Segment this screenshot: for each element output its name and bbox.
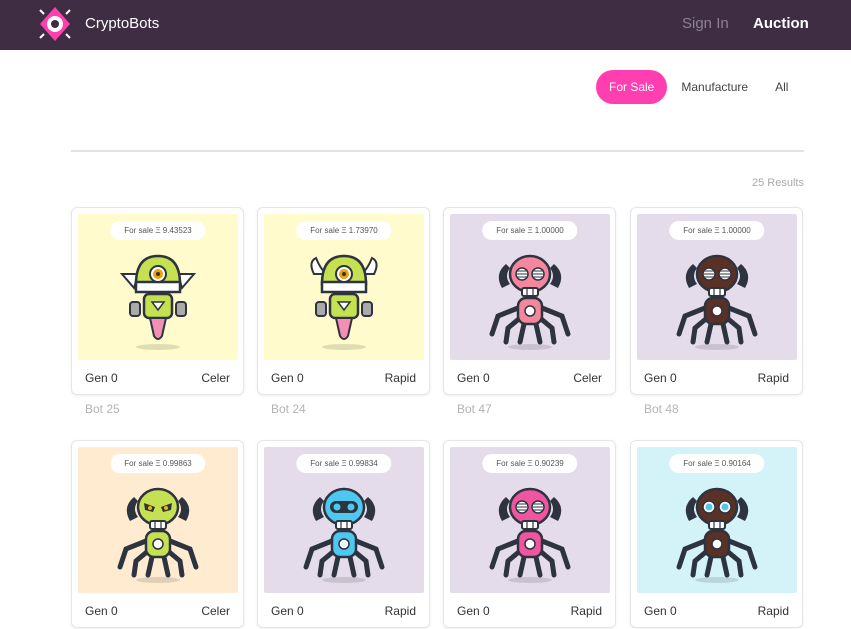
filter-tabs: For Sale Manufacture All [596, 70, 788, 104]
auction-link[interactable]: Auction [753, 15, 809, 32]
results-count: 25 Results [752, 177, 804, 189]
sale-price-badge: For sale Ξ 0.90164 [669, 454, 765, 473]
robot-icon [310, 254, 378, 350]
robot-icon [489, 487, 571, 583]
brand-name[interactable]: CryptoBots [85, 15, 159, 32]
bot-generation: Gen 0 [457, 604, 490, 618]
bot-artwork[interactable]: For sale Ξ 9.43523 [78, 214, 238, 360]
filter-all[interactable]: All [775, 80, 788, 94]
bot-artwork[interactable]: For sale Ξ 0.90164 [637, 447, 797, 593]
bot-artwork[interactable]: For sale Ξ 0.99863 [78, 447, 238, 593]
bot-card[interactable]: For sale Ξ 1.73970 Gen 0 Rapid [257, 207, 430, 395]
top-bar: CryptoBots Sign In Auction [0, 0, 851, 50]
bot-card[interactable]: For sale Ξ 0.99834 Gen 0 Rapid [257, 440, 430, 628]
bot-card[interactable]: For sale Ξ 0.99863 Gen 0 Celer [71, 440, 244, 628]
divider [71, 150, 804, 152]
bot-speed: Rapid [757, 604, 789, 618]
sale-price-badge: For sale Ξ 1.00000 [669, 221, 765, 240]
sign-in-link[interactable]: Sign In [682, 15, 729, 32]
bot-speed: Celer [201, 604, 230, 618]
filter-manufacture[interactable]: Manufacture [681, 80, 748, 94]
robot-icon [303, 487, 385, 583]
bot-card[interactable]: For sale Ξ 1.00000 Gen 0 Rapid [630, 207, 803, 395]
robot-icon [119, 254, 197, 350]
bot-name[interactable]: Bot 48 [644, 402, 679, 416]
bot-generation: Gen 0 [85, 371, 118, 385]
bot-artwork[interactable]: For sale Ξ 0.99834 [264, 447, 424, 593]
bot-artwork[interactable]: For sale Ξ 1.00000 [637, 214, 797, 360]
bot-artwork[interactable]: For sale Ξ 1.00000 [450, 214, 610, 360]
bot-speed: Rapid [570, 604, 602, 618]
bot-card[interactable]: For sale Ξ 9.43523 Gen 0 Celer [71, 207, 244, 395]
bot-speed: Rapid [757, 371, 789, 385]
bot-generation: Gen 0 [644, 604, 677, 618]
bot-artwork[interactable]: For sale Ξ 0.90239 [450, 447, 610, 593]
bot-generation: Gen 0 [644, 371, 677, 385]
bot-name[interactable]: Bot 25 [85, 402, 120, 416]
sale-price-badge: For sale Ξ 1.00000 [482, 221, 578, 240]
sale-price-badge: For sale Ξ 9.43523 [110, 221, 206, 240]
bot-name[interactable]: Bot 24 [271, 402, 306, 416]
robot-icon [676, 487, 758, 583]
bot-card[interactable]: For sale Ξ 0.90164 Gen 0 Rapid [630, 440, 803, 628]
bot-artwork[interactable]: For sale Ξ 1.73970 [264, 214, 424, 360]
bot-generation: Gen 0 [457, 371, 490, 385]
bot-name[interactable]: Bot 47 [457, 402, 492, 416]
bot-card[interactable]: For sale Ξ 1.00000 Gen 0 Celer [443, 207, 616, 395]
sale-price-badge: For sale Ξ 0.90239 [482, 454, 578, 473]
sale-price-badge: For sale Ξ 0.99834 [296, 454, 392, 473]
bot-card[interactable]: For sale Ξ 0.90239 Gen 0 Rapid [443, 440, 616, 628]
bot-speed: Rapid [384, 371, 416, 385]
bot-generation: Gen 0 [271, 371, 304, 385]
bot-generation: Gen 0 [271, 604, 304, 618]
robot-icon [676, 254, 758, 350]
robot-icon [117, 487, 199, 583]
bot-generation: Gen 0 [85, 604, 118, 618]
robot-icon [489, 254, 571, 350]
bot-speed: Rapid [384, 604, 416, 618]
sale-price-badge: For sale Ξ 1.73970 [296, 221, 392, 240]
bot-speed: Celer [573, 371, 602, 385]
sale-price-badge: For sale Ξ 0.99863 [110, 454, 206, 473]
filter-for-sale[interactable]: For Sale [596, 70, 668, 104]
cryptobots-logo-icon[interactable] [37, 5, 73, 43]
bot-speed: Celer [201, 371, 230, 385]
